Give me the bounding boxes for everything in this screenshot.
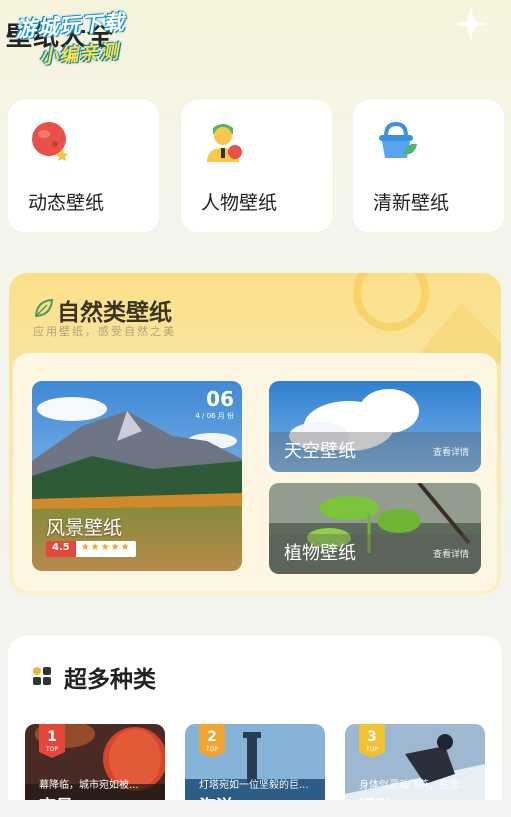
top-card-description: 灯塔宛如一位坚毅的巨... xyxy=(199,780,309,791)
sparkle-icon xyxy=(453,6,489,42)
date-subtext: 4 / 06 月 份 xyxy=(195,412,234,420)
sky-detail-link[interactable]: 查看详情 xyxy=(433,445,469,458)
variety-title: 超多种类 xyxy=(64,667,156,693)
basket-icon xyxy=(379,121,417,158)
rating-stars: ★★★★★ xyxy=(75,541,136,557)
top-card-description: 身体似灵动飞燕，在雪... xyxy=(359,780,469,791)
date-day: 06 xyxy=(206,387,234,411)
watermark-logo: 游城玩下载 小编亲测 xyxy=(14,6,128,71)
category-card-dynamic[interactable]: 动态壁纸 xyxy=(8,100,159,232)
rank-top-label: TOP xyxy=(365,746,378,753)
sky-wallpaper-card[interactable]: 天空壁纸 查看详情 xyxy=(269,381,481,472)
plant-wallpaper-card[interactable]: 植物壁纸 查看详情 xyxy=(269,483,481,574)
planet-icon xyxy=(32,122,68,161)
nature-decoration xyxy=(353,273,501,363)
plant-detail-link[interactable]: 查看详情 xyxy=(433,547,469,560)
rank-number: 3 xyxy=(367,729,377,745)
nature-subtitle: 应用壁纸，感受自然之美 xyxy=(33,325,176,338)
rank-top-label: TOP xyxy=(45,746,58,753)
rank-top-label: TOP xyxy=(205,746,218,753)
rank-badge: 3 TOP xyxy=(359,724,385,758)
category-label: 人物壁纸 xyxy=(201,192,278,214)
rating-badge: 4.5 ★★★★★ xyxy=(46,541,136,557)
landscape-wallpaper-card[interactable]: 06 4 / 06 月 份 风景壁纸 4.5 ★★★★★ xyxy=(32,381,242,571)
nature-title: 自然类壁纸 xyxy=(57,300,172,326)
bottom-edge xyxy=(0,800,511,817)
landscape-label: 风景壁纸 xyxy=(46,517,123,539)
watermark-line-2: 小编亲测 xyxy=(38,40,120,69)
variety-section: 超多种类 1 TOP 幕降临，城市宛如被... 夜景 2 TOP 灯塔宛 xyxy=(8,636,502,817)
sky-label: 天空壁纸 xyxy=(284,441,356,462)
category-label: 清新壁纸 xyxy=(373,192,450,214)
person-icon xyxy=(207,124,242,162)
leaf-icon xyxy=(34,298,54,318)
top-card-description: 幕降临，城市宛如被... xyxy=(39,780,139,791)
plant-label: 植物壁纸 xyxy=(284,543,356,564)
rank-badge: 2 TOP xyxy=(199,724,225,758)
category-card-fresh[interactable]: 清新壁纸 xyxy=(353,100,504,232)
grid-icon xyxy=(33,667,51,685)
category-card-people[interactable]: 人物壁纸 xyxy=(181,100,332,232)
rank-badge: 1 TOP xyxy=(39,724,65,758)
rank-number: 1 xyxy=(47,729,57,745)
rating-value: 4.5 xyxy=(46,541,76,557)
rank-number: 2 xyxy=(207,729,217,745)
app-header: 壁纸大全 游城玩下载 小编亲测 xyxy=(0,0,511,90)
category-label: 动态壁纸 xyxy=(28,192,105,214)
